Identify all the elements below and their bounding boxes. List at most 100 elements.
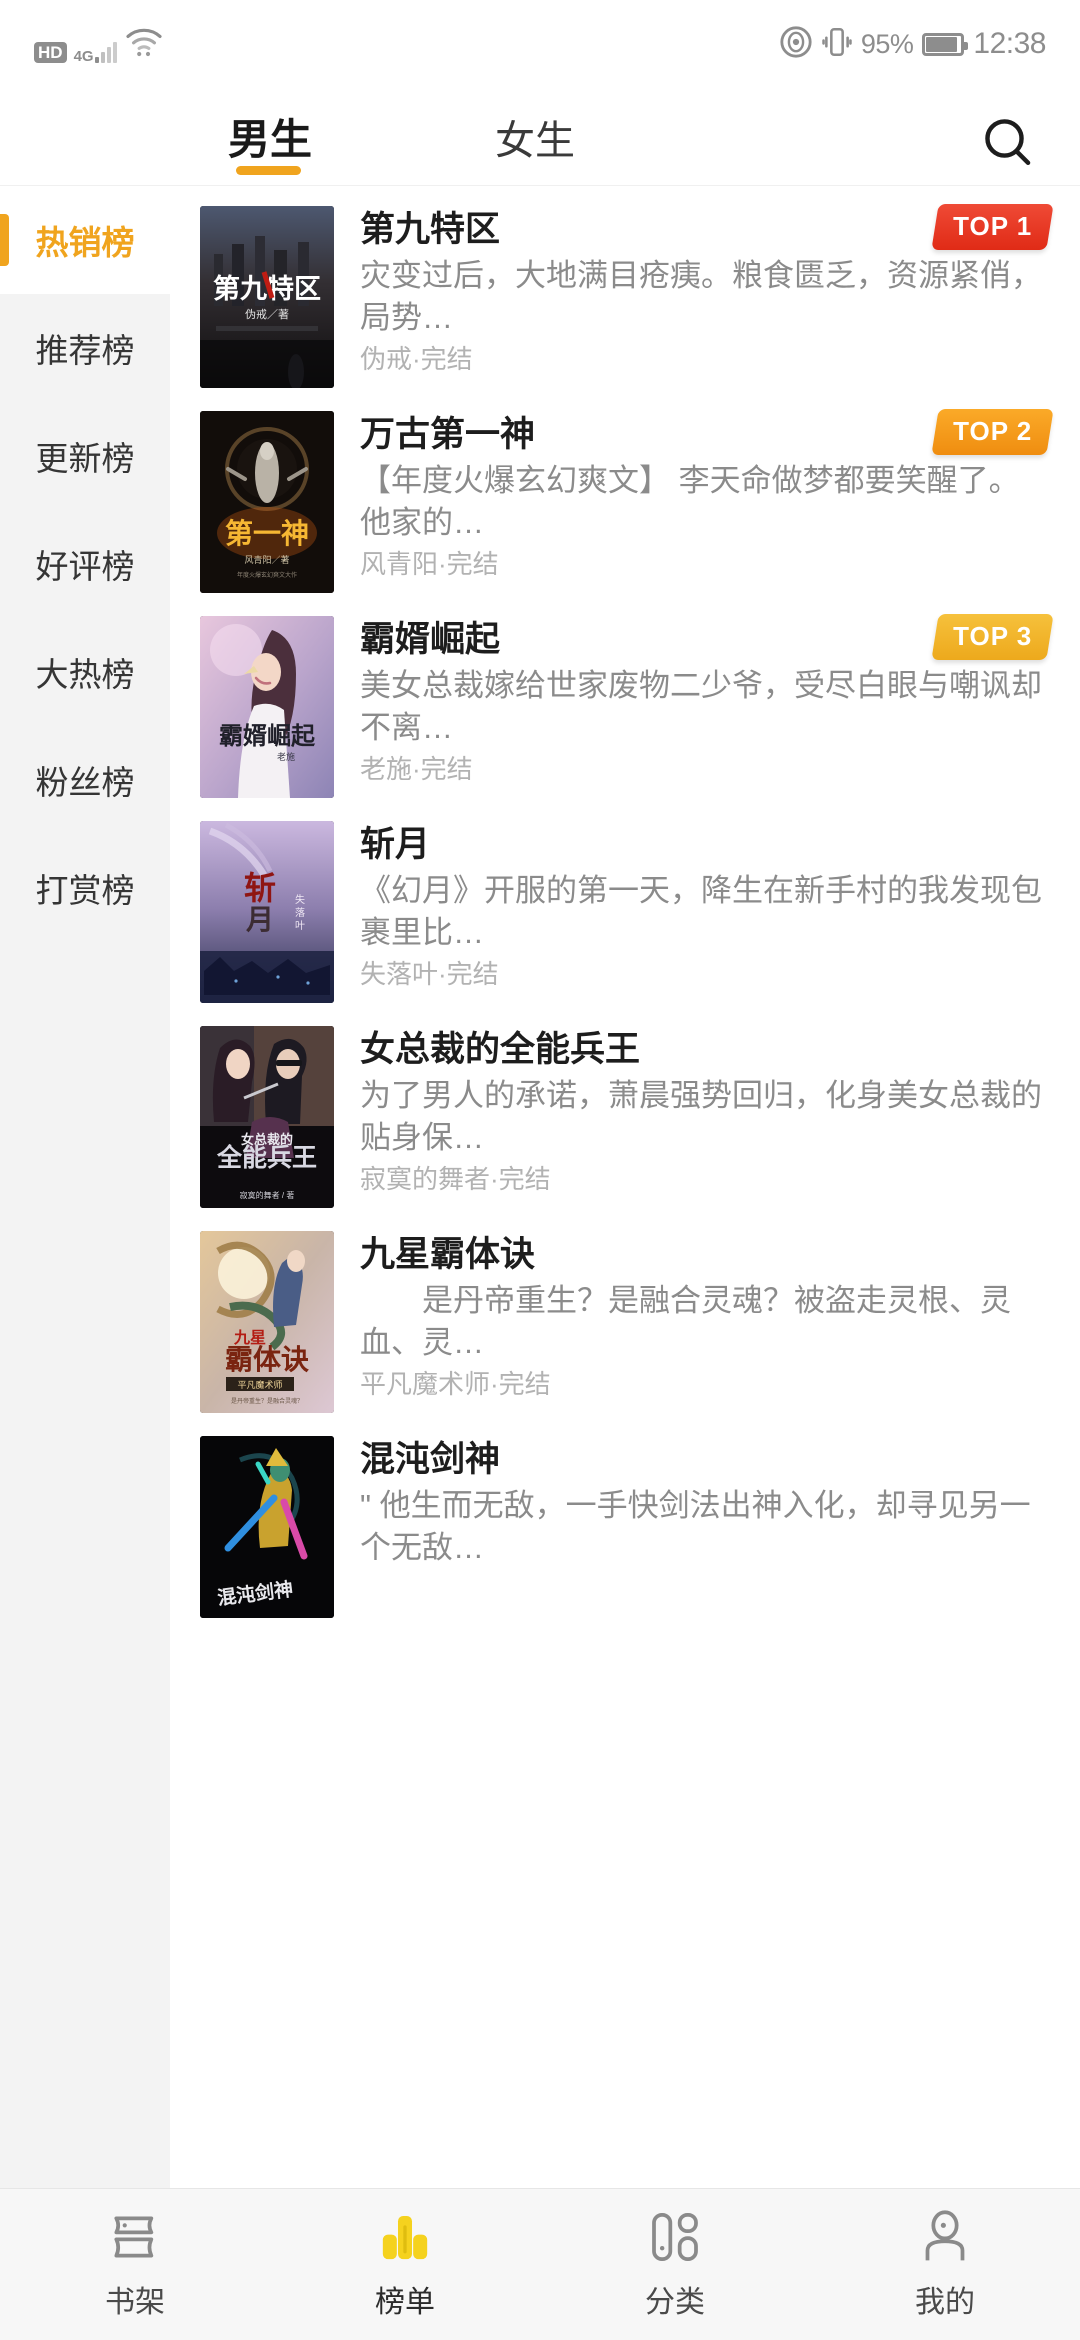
svg-text:全能兵王: 全能兵王 xyxy=(216,1143,317,1172)
eye-icon xyxy=(779,25,813,64)
nav-item-bookshelf[interactable]: 书架 xyxy=(0,2209,270,2321)
svg-text:风青阳／著: 风青阳／著 xyxy=(244,554,289,565)
svg-text:月: 月 xyxy=(245,904,274,935)
tab-female[interactable]: 女生 xyxy=(495,108,575,170)
search-icon[interactable] xyxy=(980,114,1036,170)
rank-badge-label: TOP 1 xyxy=(952,211,1033,241)
status-bar: HD 4G 95% 12:38 xyxy=(0,0,1080,88)
book-cover-image: 第九特区 伪戒／著 xyxy=(200,206,334,388)
book-cover-image: 九星 霸体诀 平凡魔术师 是丹帝重生？是融合灵魂？ xyxy=(200,1231,334,1413)
book-list-item[interactable]: 混沌剑神 混沌剑神 " 他生而无敌，一手快剑法出神入化，却寻见另一个无敌… xyxy=(170,1416,1080,1621)
book-meta: 寂寞的舞者·完结 xyxy=(360,1164,551,1194)
book-meta: 平凡魔术师·完结 xyxy=(360,1369,551,1399)
bottom-navigation-bar: 书架 榜单 分类 我的 xyxy=(0,2188,1080,2340)
hd-badge: HD xyxy=(34,41,67,63)
book-description: 【年度火爆玄幻爽文】 李天命做梦都要笑醒了。 他家的… xyxy=(360,463,1020,540)
svg-text:落: 落 xyxy=(295,907,305,919)
book-list-item[interactable]: 女总裁的 全能兵王 寂寞的舞者 / 著 女总裁的全能兵王 为了男人的承诺，萧晨强… xyxy=(170,1006,1080,1211)
svg-text:第一神: 第一神 xyxy=(225,517,309,549)
book-info: 九星霸体诀 是丹帝重生？是融合灵魂？被盗走灵根、灵血、灵… 平凡魔术师·完结 xyxy=(334,1231,1050,1399)
book-cover-image: 霸婿崛起 老施 xyxy=(200,616,334,798)
svg-text:斩: 斩 xyxy=(244,870,276,906)
rank-badge: TOP 1 xyxy=(931,204,1054,250)
book-list-item[interactable]: 第一神 风青阳／著 年度火爆玄幻爽文大作 万古第一神 【年度火爆玄幻爽文】 李天… xyxy=(170,391,1080,596)
user-profile-icon xyxy=(917,2209,973,2265)
book-description: 美女总裁嫁给世家废物二少爷，受尽白眼与嘲讽却不离… xyxy=(360,668,1042,745)
book-cover-image: 斩 月 失 落 叶 xyxy=(200,821,334,1003)
book-ranking-list[interactable]: 第九特区 伪戒／著 第九特区 灾变过后，大地满目疮痍。粮食匮乏，资源紧俏，局势…… xyxy=(170,186,1080,2188)
svg-text:老施: 老施 xyxy=(277,751,295,762)
book-description: 《幻月》开服的第一天，降生在新手村的我发现包裹里比… xyxy=(360,873,1042,950)
network-indicator: 4G xyxy=(73,41,117,65)
top-tab-bar: 男生 女生 xyxy=(0,88,1080,186)
book-info: 女总裁的全能兵王 为了男人的承诺，萧晨强势回归，化身美女总裁的贴身保… 寂寞的舞… xyxy=(334,1026,1050,1194)
sidebar-item-updates[interactable]: 更新榜 xyxy=(0,402,170,510)
book-title: 九星霸体诀 xyxy=(360,1235,536,1274)
status-bar-right: 95% 12:38 xyxy=(779,25,1046,64)
book-title: 斩月 xyxy=(360,825,431,864)
vibrate-icon xyxy=(822,25,852,64)
book-info: 混沌剑神 " 他生而无敌，一手快剑法出神入化，却寻见另一个无敌… xyxy=(334,1436,1050,1601)
svg-text:年度火爆玄幻爽文大作: 年度火爆玄幻爽文大作 xyxy=(237,571,297,579)
bookshelf-icon xyxy=(107,2209,163,2265)
rank-badge: TOP 2 xyxy=(931,409,1054,455)
sidebar-item-recommend[interactable]: 推荐榜 xyxy=(0,294,170,402)
nav-item-ranking[interactable]: 榜单 xyxy=(270,2209,540,2321)
book-meta: 伪戒·完结 xyxy=(360,344,473,374)
book-meta: 老施·完结 xyxy=(360,754,473,784)
book-list-item[interactable]: 第九特区 伪戒／著 第九特区 灾变过后，大地满目疮痍。粮食匮乏，资源紧俏，局势…… xyxy=(170,186,1080,391)
nav-label-category: 分类 xyxy=(645,2285,705,2319)
book-info: 第九特区 灾变过后，大地满目疮痍。粮食匮乏，资源紧俏，局势… 伪戒·完结 TOP… xyxy=(334,204,1054,374)
svg-text:失: 失 xyxy=(295,893,305,906)
sidebar-item-reviews[interactable]: 好评榜 xyxy=(0,510,170,618)
ranking-category-sidebar: 热销榜 推荐榜 更新榜 好评榜 大热榜 粉丝榜 打赏榜 xyxy=(0,186,170,2188)
svg-text:是丹帝重生？是融合灵魂？: 是丹帝重生？是融合灵魂？ xyxy=(231,1397,303,1405)
book-list-item[interactable]: 九星 霸体诀 平凡魔术师 是丹帝重生？是融合灵魂？ 九星霸体诀 是丹帝重生？是融… xyxy=(170,1211,1080,1416)
book-title: 女总裁的全能兵王 xyxy=(360,1030,641,1069)
sidebar-item-trending[interactable]: 大热榜 xyxy=(0,618,170,726)
nav-item-profile[interactable]: 我的 xyxy=(810,2209,1080,2321)
rank-badge: TOP 3 xyxy=(931,614,1054,660)
book-cover-image: 女总裁的 全能兵王 寂寞的舞者 / 著 xyxy=(200,1026,334,1208)
signal-bars-icon xyxy=(94,41,117,63)
book-info: 霸婿崛起 美女总裁嫁给世家废物二少爷，受尽白眼与嘲讽却不离… 老施·完结 TOP… xyxy=(334,614,1054,784)
nav-item-category[interactable]: 分类 xyxy=(540,2209,810,2321)
rank-badge-label: TOP 2 xyxy=(952,416,1033,446)
clock-label: 12:38 xyxy=(973,27,1046,60)
nav-label-ranking: 榜单 xyxy=(375,2285,435,2319)
book-info: 斩月 《幻月》开服的第一天，降生在新手村的我发现包裹里比… 失落叶·完结 xyxy=(334,821,1050,989)
wifi-icon xyxy=(124,26,164,63)
ranking-bars-icon xyxy=(377,2209,433,2265)
app-screen: HD 4G 95% 12:38 男生 女生 热销榜 推荐榜 更新榜 好评榜 大热… xyxy=(0,0,1080,2340)
book-description: 是丹帝重生？是融合灵魂？被盗走灵根、灵血、灵… xyxy=(360,1283,1011,1360)
battery-icon xyxy=(922,32,969,56)
rank-badge-label: TOP 3 xyxy=(952,621,1033,651)
book-description: " 他生而无敌，一手快剑法出神入化，却寻见另一个无敌… xyxy=(360,1488,1031,1565)
book-info: 万古第一神 【年度火爆玄幻爽文】 李天命做梦都要笑醒了。 他家的… 风青阳·完结… xyxy=(334,409,1054,579)
book-cover-image: 第一神 风青阳／著 年度火爆玄幻爽文大作 xyxy=(200,411,334,593)
status-bar-left: HD 4G xyxy=(34,26,164,65)
book-description: 灾变过后，大地满目疮痍。粮食匮乏，资源紧俏，局势… xyxy=(360,258,1042,335)
book-description: 为了男人的承诺，萧晨强势回归，化身美女总裁的贴身保… xyxy=(360,1078,1042,1155)
content-area: 热销榜 推荐榜 更新榜 好评榜 大热榜 粉丝榜 打赏榜 第九特区 伪戒／著 第九… xyxy=(0,186,1080,2188)
book-meta: 风青阳·完结 xyxy=(360,549,499,579)
book-cover-image: 混沌剑神 xyxy=(200,1436,334,1618)
svg-text:寂寞的舞者 / 著: 寂寞的舞者 / 著 xyxy=(240,1190,295,1200)
nav-label-profile: 我的 xyxy=(915,2285,975,2319)
sidebar-item-fans[interactable]: 粉丝榜 xyxy=(0,726,170,834)
active-tab-underline xyxy=(236,166,301,175)
svg-text:霸体诀: 霸体诀 xyxy=(225,1344,309,1375)
sidebar-item-hot-sales[interactable]: 热销榜 xyxy=(0,186,170,294)
book-meta: 失落叶·完结 xyxy=(360,959,499,989)
book-list-item[interactable]: 霸婿崛起 老施 霸婿崛起 美女总裁嫁给世家废物二少爷，受尽白眼与嘲讽却不离… 老… xyxy=(170,596,1080,801)
svg-text:伪戒／著: 伪戒／著 xyxy=(245,307,289,321)
category-grid-icon xyxy=(647,2209,703,2265)
book-list-item[interactable]: 斩 月 失 落 叶 斩月 《幻月》开服的第一天，降生在新手村的我发现包裹里比… … xyxy=(170,801,1080,1006)
nav-label-bookshelf: 书架 xyxy=(105,2285,165,2319)
sidebar-item-rewards[interactable]: 打赏榜 xyxy=(0,834,170,942)
battery-percent-label: 95% xyxy=(860,28,914,59)
book-title: 混沌剑神 xyxy=(360,1440,501,1479)
svg-text:叶: 叶 xyxy=(295,920,305,932)
tab-male[interactable]: 男生 xyxy=(228,106,312,171)
network-type-label: 4G xyxy=(73,47,94,65)
